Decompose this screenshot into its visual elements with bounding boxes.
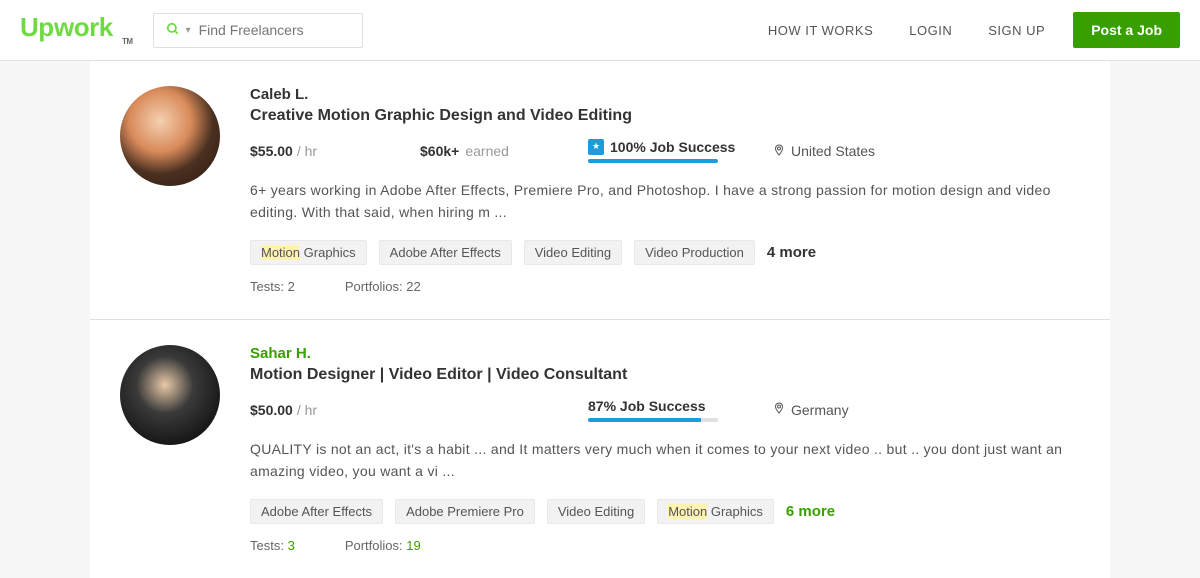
search-icon: [166, 22, 180, 39]
freelancer-card[interactable]: Caleb L. Creative Motion Graphic Design …: [90, 61, 1110, 319]
stats-row: $50.00 / hr 87% Job Success Germany: [250, 398, 1080, 422]
header: Up work TM ▾ HOW IT WORKS LOGIN SIGN UP …: [0, 0, 1200, 61]
skills-row: Adobe After Effects Adobe Premiere Pro V…: [250, 499, 1080, 524]
skill-tag[interactable]: Adobe Premiere Pro: [395, 499, 535, 524]
skill-tag[interactable]: Motion Graphics: [657, 499, 774, 524]
freelancer-card[interactable]: Sahar H. Motion Designer | Video Editor …: [90, 319, 1110, 578]
nav-login[interactable]: LOGIN: [901, 23, 960, 38]
avatar[interactable]: [120, 345, 220, 445]
results-list: Caleb L. Creative Motion Graphic Design …: [90, 61, 1110, 578]
skill-tag[interactable]: Adobe After Effects: [250, 499, 383, 524]
search-box[interactable]: ▾: [153, 13, 363, 48]
location: United States: [773, 142, 875, 161]
skill-tag[interactable]: Video Production: [634, 240, 755, 265]
description: QUALITY is not an act, it's a habit ... …: [250, 438, 1080, 483]
freelancer-tagline: Creative Motion Graphic Design and Video…: [250, 107, 1080, 125]
pin-icon: [773, 142, 785, 161]
location-text: Germany: [791, 402, 849, 418]
chevron-down-icon[interactable]: ▾: [186, 25, 191, 36]
freelancer-name[interactable]: Sahar H.: [250, 345, 1080, 362]
description: 6+ years working in Adobe After Effects,…: [250, 179, 1080, 224]
card-body: Caleb L. Creative Motion Graphic Design …: [250, 86, 1080, 294]
job-success: 100% Job Success: [588, 139, 753, 163]
avatar[interactable]: [120, 86, 220, 186]
meta-row: Tests: 2 Portfolios: 22: [250, 279, 1080, 294]
nav-sign-up[interactable]: SIGN UP: [980, 23, 1053, 38]
freelancer-tagline: Motion Designer | Video Editor | Video C…: [250, 366, 1080, 384]
portfolios-count[interactable]: Portfolios: 22: [345, 279, 421, 294]
skills-row: Motion Graphics Adobe After Effects Vide…: [250, 240, 1080, 265]
svg-text:work: work: [53, 14, 114, 42]
card-body: Sahar H. Motion Designer | Video Editor …: [250, 345, 1080, 553]
portfolios-count[interactable]: Portfolios: 19: [345, 538, 421, 553]
skill-tag[interactable]: Adobe After Effects: [379, 240, 512, 265]
job-success: 87% Job Success: [588, 398, 753, 422]
location: Germany: [773, 400, 849, 419]
amount-earned: $60k+ earned: [420, 143, 588, 159]
more-skills[interactable]: 4 more: [767, 244, 816, 261]
location-text: United States: [791, 143, 875, 159]
skill-tag[interactable]: Video Editing: [547, 499, 645, 524]
skill-tag[interactable]: Video Editing: [524, 240, 622, 265]
freelancer-name[interactable]: Caleb L.: [250, 86, 1080, 103]
trademark: TM: [122, 37, 133, 46]
hourly-rate: $50.00 / hr: [250, 402, 588, 418]
more-skills[interactable]: 6 more: [786, 503, 835, 520]
meta-row: Tests: 3 Portfolios: 19: [250, 538, 1080, 553]
upwork-logo[interactable]: Up work TM: [20, 14, 133, 46]
job-success-bar: [588, 159, 718, 163]
search-input[interactable]: [199, 22, 380, 38]
stats-row: $55.00 / hr $60k+ earned 100% Job Succes…: [250, 139, 1080, 163]
skill-tag[interactable]: Motion Graphics: [250, 240, 367, 265]
top-rated-icon: [588, 139, 604, 155]
pin-icon: [773, 400, 785, 419]
post-job-button[interactable]: Post a Job: [1073, 12, 1180, 48]
svg-text:Up: Up: [20, 14, 54, 42]
job-success-bar: [588, 418, 718, 422]
nav-how-it-works[interactable]: HOW IT WORKS: [760, 23, 881, 38]
hourly-rate: $55.00 / hr: [250, 143, 420, 159]
tests-count[interactable]: Tests: 2: [250, 279, 295, 294]
tests-count[interactable]: Tests: 3: [250, 538, 295, 553]
